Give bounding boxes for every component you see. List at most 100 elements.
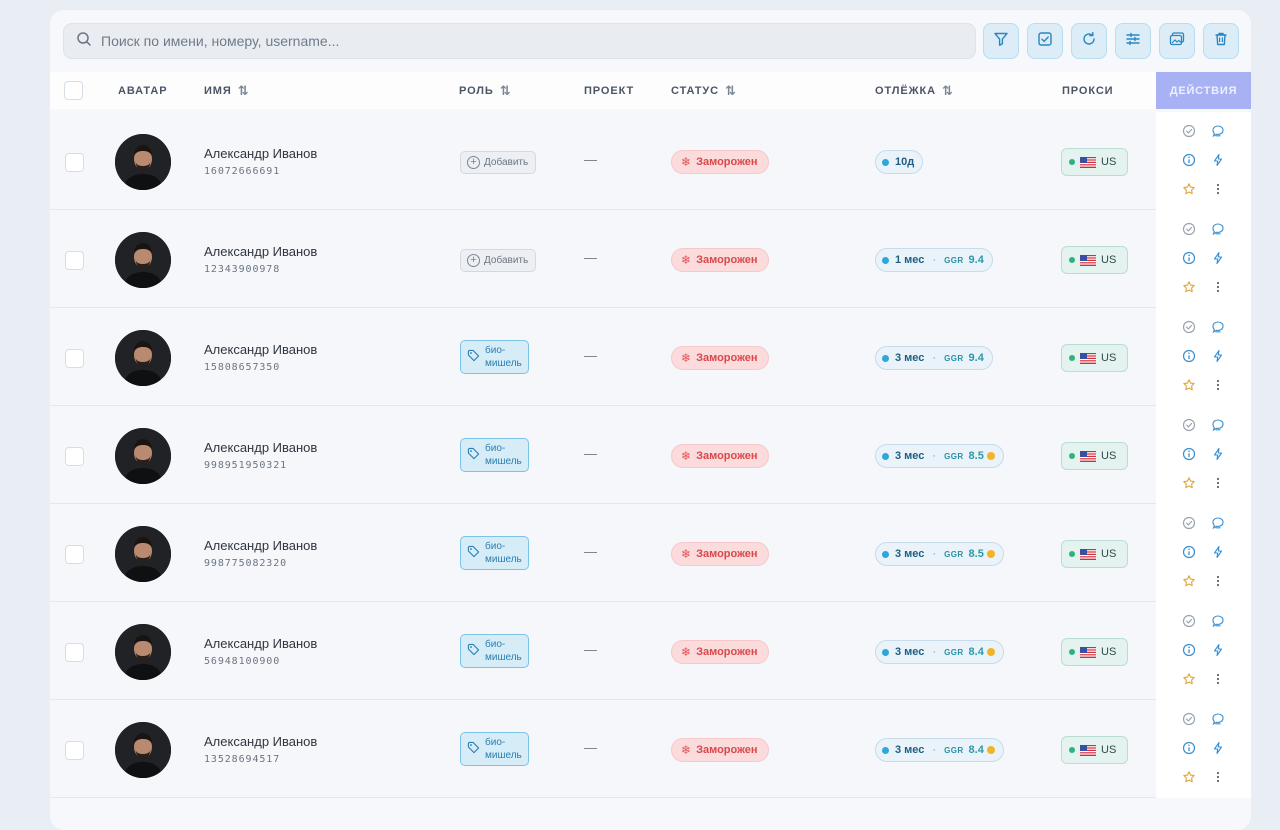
approve-icon[interactable] — [1182, 320, 1196, 334]
approve-icon[interactable] — [1182, 418, 1196, 432]
row-actions — [1156, 406, 1251, 504]
proxy-badge[interactable]: US — [1061, 638, 1128, 666]
star-icon[interactable] — [1182, 770, 1196, 784]
message-icon[interactable] — [1211, 222, 1225, 236]
info-icon[interactable] — [1182, 741, 1196, 755]
proxy-badge[interactable]: US — [1061, 540, 1128, 568]
info-icon[interactable] — [1182, 251, 1196, 265]
role-tag[interactable]: био-мишель — [460, 340, 529, 374]
table-row[interactable]: Александр Иванов 13528694517 био-мишель … — [50, 700, 1156, 798]
message-icon[interactable] — [1211, 124, 1225, 138]
row-checkbox[interactable] — [65, 153, 84, 172]
message-icon[interactable] — [1211, 516, 1225, 530]
filter-button[interactable] — [983, 23, 1019, 59]
proxy-country: US — [1101, 352, 1117, 364]
role-tag[interactable]: био-мишель — [460, 732, 529, 766]
bolt-icon[interactable] — [1211, 447, 1225, 461]
row-checkbox[interactable] — [65, 545, 84, 564]
bolt-icon[interactable] — [1211, 741, 1225, 755]
more-icon[interactable] — [1211, 672, 1225, 686]
user-name[interactable]: Александр Иванов — [204, 538, 317, 553]
status-label: Заморожен — [696, 646, 758, 658]
bolt-icon[interactable] — [1211, 153, 1225, 167]
proxy-badge[interactable]: US — [1061, 148, 1128, 176]
bolt-icon[interactable] — [1211, 545, 1225, 559]
row-checkbox[interactable] — [65, 643, 84, 662]
table-row[interactable]: Александр Иванов 56948100900 био-мишель … — [50, 602, 1156, 700]
star-icon[interactable] — [1182, 672, 1196, 686]
sort-icon[interactable]: ⇅ — [942, 83, 953, 99]
user-name[interactable]: Александр Иванов — [204, 636, 317, 651]
star-icon[interactable] — [1182, 378, 1196, 392]
table-row[interactable]: Александр Иванов 16072666691 + Добавить —… — [50, 112, 1156, 210]
info-icon[interactable] — [1182, 349, 1196, 363]
row-checkbox[interactable] — [65, 251, 84, 270]
bolt-icon[interactable] — [1211, 349, 1225, 363]
more-icon[interactable] — [1211, 280, 1225, 294]
approve-icon[interactable] — [1182, 124, 1196, 138]
table-row[interactable]: Александр Иванов 15808657350 био-мишель … — [50, 308, 1156, 406]
message-icon[interactable] — [1211, 320, 1225, 334]
proxy-badge[interactable]: US — [1061, 442, 1128, 470]
table-row[interactable]: Александр Иванов 12343900978 + Добавить —… — [50, 210, 1156, 308]
star-icon[interactable] — [1182, 574, 1196, 588]
refresh-button[interactable] — [1071, 23, 1107, 59]
image-button[interactable] — [1159, 23, 1195, 59]
us-flag-icon — [1080, 646, 1101, 658]
sort-icon[interactable]: ⇅ — [500, 83, 511, 99]
message-icon[interactable] — [1211, 712, 1225, 726]
message-icon[interactable] — [1211, 418, 1225, 432]
role-tag[interactable]: био-мишель — [460, 536, 529, 570]
user-name[interactable]: Александр Иванов — [204, 342, 317, 357]
info-icon[interactable] — [1182, 545, 1196, 559]
role-tag[interactable]: био-мишель — [460, 634, 529, 668]
info-icon[interactable] — [1182, 153, 1196, 167]
bolt-icon[interactable] — [1211, 643, 1225, 657]
user-name[interactable]: Александр Иванов — [204, 734, 317, 749]
status-label: Заморожен — [696, 548, 758, 560]
table-row[interactable]: Александр Иванов 998775082320 био-мишель… — [50, 504, 1156, 602]
message-icon[interactable] — [1211, 614, 1225, 628]
user-name[interactable]: Александр Иванов — [204, 146, 317, 161]
more-icon[interactable] — [1211, 770, 1225, 784]
header-role[interactable]: РОЛЬ ⇅ — [459, 72, 511, 109]
user-name[interactable]: Александр Иванов — [204, 440, 317, 455]
add-role-button[interactable]: + Добавить — [460, 151, 537, 174]
sort-icon[interactable]: ⇅ — [238, 83, 249, 99]
row-actions — [1156, 112, 1251, 210]
more-icon[interactable] — [1211, 378, 1225, 392]
header-name[interactable]: ИМЯ ⇅ — [204, 72, 249, 109]
approve-icon[interactable] — [1182, 614, 1196, 628]
info-icon[interactable] — [1182, 643, 1196, 657]
star-icon[interactable] — [1182, 182, 1196, 196]
more-icon[interactable] — [1211, 182, 1225, 196]
add-role-button[interactable]: + Добавить — [460, 249, 537, 272]
approve-icon[interactable] — [1182, 712, 1196, 726]
role-tag[interactable]: био-мишель — [460, 438, 529, 472]
star-icon[interactable] — [1182, 280, 1196, 294]
more-icon[interactable] — [1211, 476, 1225, 490]
select-all-button[interactable] — [1027, 23, 1063, 59]
search-bar[interactable] — [63, 23, 976, 59]
row-checkbox[interactable] — [65, 447, 84, 466]
table-row[interactable]: Александр Иванов 998951950321 био-мишель… — [50, 406, 1156, 504]
proxy-badge[interactable]: US — [1061, 246, 1128, 274]
header-status[interactable]: СТАТУС ⇅ — [671, 72, 736, 109]
user-name[interactable]: Александр Иванов — [204, 244, 317, 259]
star-icon[interactable] — [1182, 476, 1196, 490]
proxy-badge[interactable]: US — [1061, 344, 1128, 372]
header-rest[interactable]: ОТЛЁЖКА ⇅ — [875, 72, 953, 109]
approve-icon[interactable] — [1182, 222, 1196, 236]
settings-button[interactable] — [1115, 23, 1151, 59]
more-icon[interactable] — [1211, 574, 1225, 588]
row-checkbox[interactable] — [65, 349, 84, 368]
sort-icon[interactable]: ⇅ — [725, 83, 736, 99]
search-input[interactable] — [101, 33, 901, 49]
delete-button[interactable] — [1203, 23, 1239, 59]
row-checkbox[interactable] — [65, 741, 84, 760]
proxy-badge[interactable]: US — [1061, 736, 1128, 764]
approve-icon[interactable] — [1182, 516, 1196, 530]
info-icon[interactable] — [1182, 447, 1196, 461]
bolt-icon[interactable] — [1211, 251, 1225, 265]
select-all-checkbox[interactable] — [64, 81, 83, 100]
